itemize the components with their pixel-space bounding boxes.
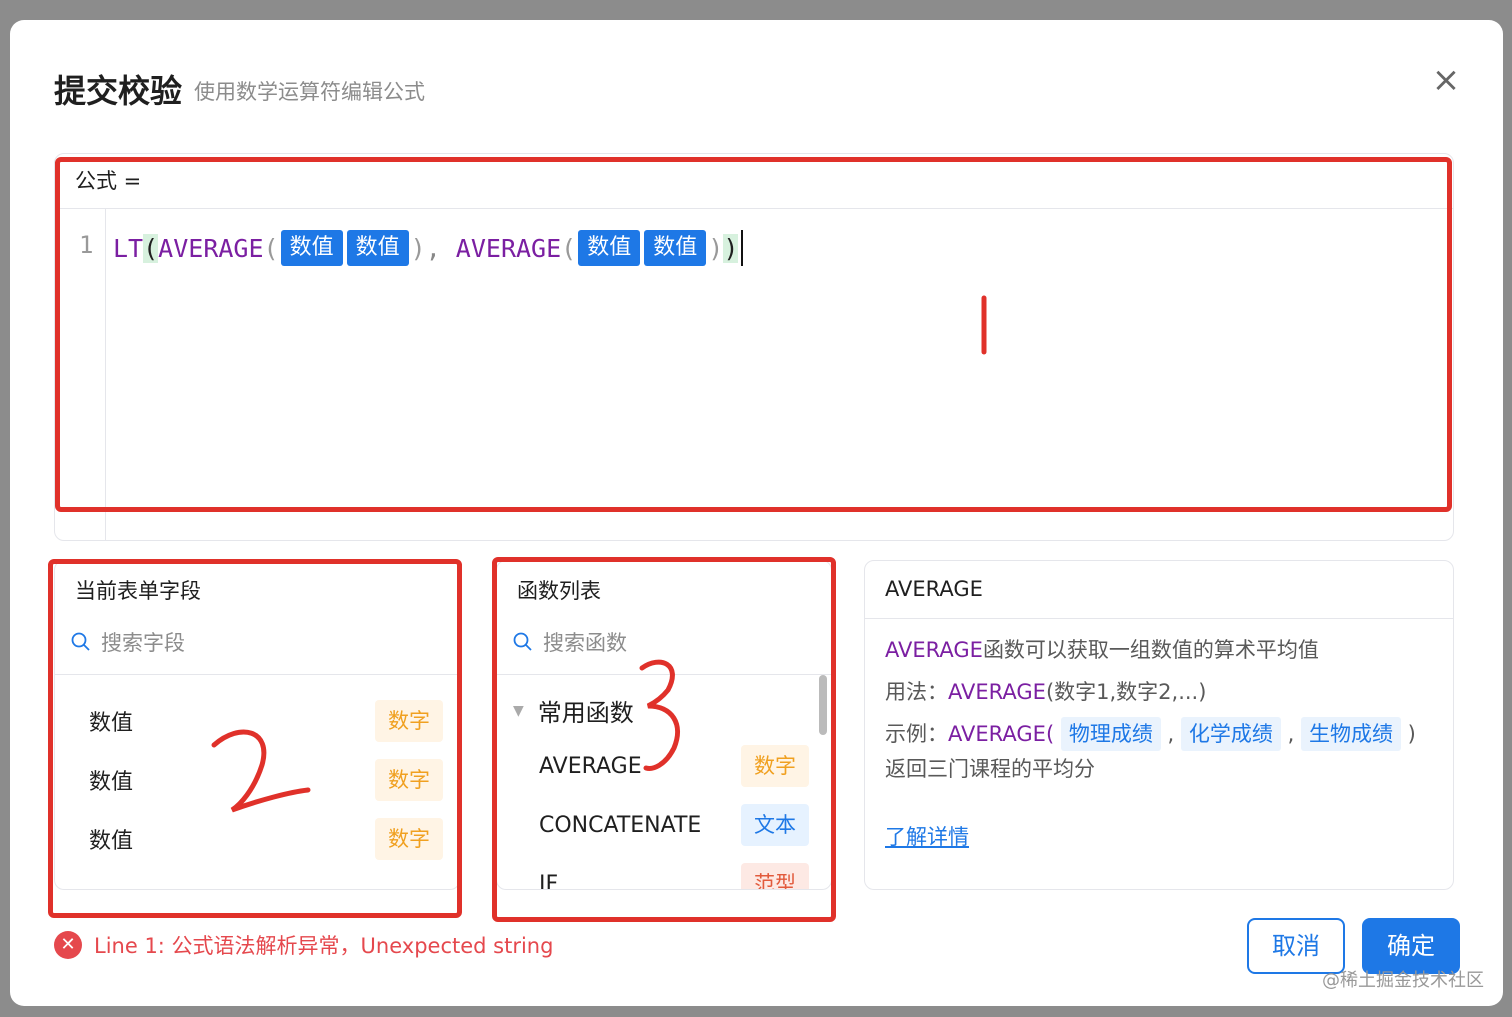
annotation-marks — [211, 295, 987, 813]
annotation-mark-2 — [211, 729, 311, 813]
annotation-mark-3 — [639, 659, 681, 771]
watermark: @稀土掘金技术社区 — [1322, 970, 1484, 991]
